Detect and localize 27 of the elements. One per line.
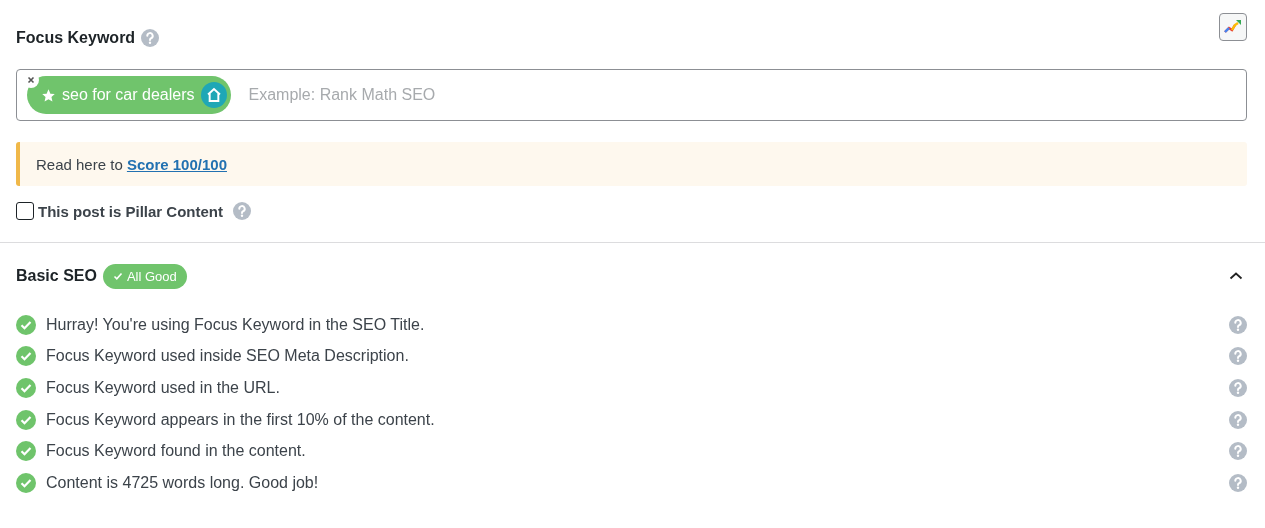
check-text: Focus Keyword used inside SEO Meta Description. — [46, 347, 409, 366]
check-text: Content is 4725 words long. Good job! — [46, 473, 319, 492]
trends-button[interactable] — [1219, 13, 1247, 41]
star-icon — [41, 87, 56, 103]
pillar-checkbox[interactable] — [16, 202, 34, 220]
field-label: Focus Keyword — [16, 29, 136, 47]
notice-text: Read here to — [36, 155, 124, 173]
help-icon[interactable] — [233, 202, 252, 220]
score-link[interactable]: Score 100/100 — [126, 155, 227, 173]
help-icon[interactable] — [1229, 410, 1247, 429]
help-icon[interactable] — [1229, 347, 1247, 366]
badge-text: All Good — [126, 268, 177, 284]
check-text: Focus Keyword appears in the first 10% of the content. — [46, 410, 435, 429]
checkbox-label: This post is Pillar Content — [38, 202, 224, 220]
help-icon[interactable] — [1229, 379, 1247, 397]
help-icon[interactable] — [1229, 473, 1247, 492]
check-text: Hurray! You're using Focus Keyword in the SEO Title. — [46, 315, 425, 334]
help-icon[interactable] — [1229, 315, 1247, 334]
check-icon — [112, 271, 123, 281]
check-text: Focus Keyword used in the URL. — [46, 379, 280, 397]
help-icon[interactable] — [141, 29, 160, 47]
home-icon — [200, 82, 227, 108]
chevron-icon[interactable] — [1229, 271, 1243, 281]
check-text: Focus Keyword found in the content. — [46, 442, 306, 461]
section-title: Basic SEO — [16, 267, 97, 285]
keyword-input-field[interactable]: seo for car dealers Example: Rank Math SEO — [16, 69, 1247, 121]
help-icon[interactable] — [1229, 442, 1247, 461]
